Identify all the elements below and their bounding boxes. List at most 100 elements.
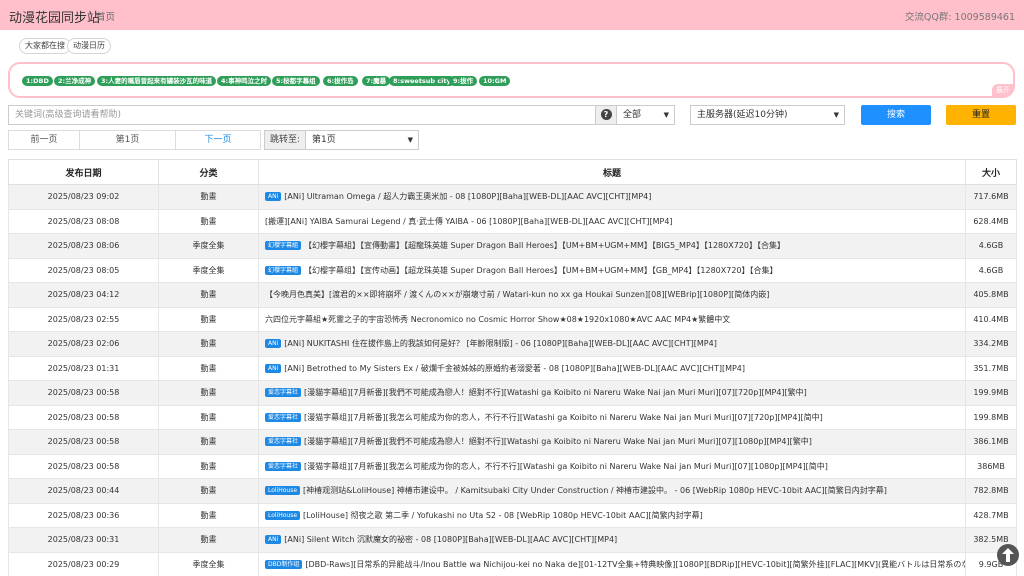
search-input[interactable]: 关键词(高级查询请看帮助) xyxy=(8,105,595,125)
hot-tag[interactable]: 7:魔暴 xyxy=(362,76,391,86)
row-category[interactable]: 季度全集 xyxy=(158,257,259,283)
reset-button[interactable]: 重置 xyxy=(946,105,1016,125)
column-header-category[interactable]: 分类 xyxy=(158,159,259,185)
row-category[interactable]: 動畫 xyxy=(158,478,259,504)
table-row[interactable]: 2025/08/23 02:06 動畫 ANi [ANi] NUKITASHI 住在拔… xyxy=(8,331,1017,357)
prev-page-button[interactable]: 前一页 xyxy=(8,130,80,150)
row-title-cell[interactable]: LoliHouse [神椿观测站&LoliHouse] 神椿市建设中。 / Kam… xyxy=(258,478,966,504)
row-title-link[interactable]: [ANi] Ultraman Omega / 超人力霸王奧米加 - 08 [10… xyxy=(284,192,651,201)
site-title[interactable]: 动漫花园同步站 xyxy=(9,7,100,26)
team-badge[interactable]: 幻櫻字幕組 xyxy=(265,265,302,275)
expand-button[interactable]: 展开 xyxy=(992,84,1014,97)
row-category[interactable]: 動畫 xyxy=(158,453,259,479)
row-category[interactable]: 動畫 xyxy=(158,380,259,406)
table-row[interactable]: 2025/08/23 02:55 動畫 六四位元字幕組★死靈之子的宇宙恐怖秀 Nec… xyxy=(8,306,1017,332)
row-title-cell[interactable]: 幻櫻字幕組 【幻櫻字幕組】【宣傳動畫】【超龍珠英雄 Super Dragon Ba… xyxy=(258,233,966,259)
team-badge[interactable]: 爱恋字幕社 xyxy=(265,461,302,471)
search-button[interactable]: 搜索 xyxy=(861,105,931,125)
row-title-cell[interactable]: LoliHouse [LoliHouse] 彻夜之歌 第二季 / Yofukash… xyxy=(258,502,966,528)
row-category[interactable]: 動畫 xyxy=(158,208,259,234)
hot-tag[interactable]: 4:事神鸣泣之时 xyxy=(217,76,272,86)
table-row[interactable]: 2025/08/23 08:06 季度全集 幻櫻字幕組 【幻櫻字幕組】【宣傳動畫】【超… xyxy=(8,233,1017,259)
team-badge[interactable]: ANi xyxy=(265,339,282,349)
team-badge[interactable]: ANi xyxy=(265,363,282,373)
team-badge[interactable]: 爱恋字幕社 xyxy=(265,437,302,447)
row-category[interactable]: 動畫 xyxy=(158,184,259,210)
row-category[interactable]: 動畫 xyxy=(158,404,259,430)
table-row[interactable]: 2025/08/23 09:02 動畫 ANi [ANi] Ultraman Omeg… xyxy=(8,184,1017,210)
table-row[interactable]: 2025/08/23 00:31 動畫 ANi [ANi] Silent Witch … xyxy=(8,527,1017,553)
row-title-cell[interactable]: ANi [ANi] Betrothed to My Sisters Ex / 破爛… xyxy=(258,355,966,381)
table-row[interactable]: 2025/08/23 00:29 季度全集 DBD制作组 [DBD-Raws][日常系… xyxy=(8,551,1017,576)
row-title-link[interactable]: [神椿观测站&LoliHouse] 神椿市建设中。 / Kamitsubaki … xyxy=(303,486,887,495)
row-title-link[interactable]: [搬運][ANi] YAIBA Samurai Legend / 真·武士傳 Y… xyxy=(265,217,673,226)
chip-trending-search[interactable]: 大家都在搜 xyxy=(19,38,71,54)
table-row[interactable]: 2025/08/23 08:08 動畫 [搬運][ANi] YAIBA Samura… xyxy=(8,208,1017,234)
row-title-link[interactable]: [ANi] NUKITASHI 住在拔作島上的我該如何是好？ [年齡限制版] -… xyxy=(284,339,717,348)
table-row[interactable]: 2025/08/23 00:58 動畫 爱恋字幕社 [漫猫字幕组][7月新番][我怎么… xyxy=(8,404,1017,430)
hot-tag[interactable]: 3:人妻的嘴唇曾起来有罐装沙瓦的味道 xyxy=(97,76,217,86)
team-badge[interactable]: ANi xyxy=(265,535,282,545)
table-row[interactable]: 2025/08/23 00:36 動畫 LoliHouse [LoliHouse] 彻… xyxy=(8,502,1017,528)
hot-tag[interactable]: 10:GM xyxy=(479,76,511,86)
row-title-cell[interactable]: 六四位元字幕組★死靈之子的宇宙恐怖秀 Necronomico no Cosmic… xyxy=(258,306,966,332)
row-category[interactable]: 動畫 xyxy=(158,429,259,455)
team-badge[interactable]: 爱恋字幕社 xyxy=(265,412,302,422)
chip-anime-calendar[interactable]: 动漫日历 xyxy=(67,38,111,54)
column-header-title[interactable]: 标题 xyxy=(258,159,966,185)
row-title-link[interactable]: 六四位元字幕組★死靈之子的宇宙恐怖秀 Necronomico no Cosmic… xyxy=(265,315,730,324)
row-title-link[interactable]: [ANi] Betrothed to My Sisters Ex / 破爛千金被… xyxy=(284,364,745,373)
row-title-cell[interactable]: ANi [ANi] Silent Witch 沉默魔女的祕密 - 08 [1080… xyxy=(258,527,966,553)
table-row[interactable]: 2025/08/23 01:31 動畫 ANi [ANi] Betrothed to … xyxy=(8,355,1017,381)
row-title-link[interactable]: 【幻樱字幕组】【宣传动画】【超龙珠英雄 Super Dragon Ball He… xyxy=(304,266,778,275)
row-category[interactable]: 動畫 xyxy=(158,502,259,528)
row-title-link[interactable]: [漫貓字幕組][7月新番][我們不可能成為戀人！絕對不行][Watashi ga… xyxy=(304,388,807,397)
row-title-link[interactable]: [漫貓字幕組][7月新番][我們不可能成為戀人！絕對不行][Watashi ga… xyxy=(304,437,812,446)
row-category[interactable]: 動畫 xyxy=(158,306,259,332)
hot-tag[interactable]: 1:DBD xyxy=(22,76,53,86)
team-badge[interactable]: LoliHouse xyxy=(265,510,301,520)
row-title-cell[interactable]: 爱恋字幕社 [漫貓字幕組][7月新番][我們不可能成為戀人！絕對不行][Watas… xyxy=(258,429,966,455)
row-category[interactable]: 動畫 xyxy=(158,282,259,308)
row-category[interactable]: 季度全集 xyxy=(158,551,259,576)
current-page-button[interactable]: 第1页 xyxy=(79,130,176,150)
row-title-link[interactable]: [DBD-Raws][日常系的异能战斗/Inou Battle wa Nichi… xyxy=(305,560,964,569)
table-row[interactable]: 2025/08/23 00:58 動畫 爱恋字幕社 [漫猫字幕组][7月新番][我怎么… xyxy=(8,453,1017,479)
row-category[interactable]: 動畫 xyxy=(158,527,259,553)
table-row[interactable]: 2025/08/23 00:44 動畫 LoliHouse [神椿观测站&LoliHo… xyxy=(8,478,1017,504)
server-select[interactable]: 主服务器(延迟10分钟) ▼ xyxy=(690,105,845,125)
row-title-cell[interactable]: 幻櫻字幕組 【幻樱字幕组】【宣传动画】【超龙珠英雄 Super Dragon Ba… xyxy=(258,257,966,283)
table-row[interactable]: 2025/08/23 00:58 動畫 爱恋字幕社 [漫貓字幕組][7月新番][我們不… xyxy=(8,380,1017,406)
category-select[interactable]: 全部 ▼ xyxy=(616,105,675,125)
next-page-button[interactable]: 下一页 xyxy=(175,130,261,150)
row-category[interactable]: 季度全集 xyxy=(158,233,259,259)
hot-tag[interactable]: 8:sweetsub city xyxy=(389,76,455,86)
nav-home-link[interactable]: 首页 xyxy=(96,9,115,23)
table-row[interactable]: 2025/08/23 08:05 季度全集 幻櫻字幕組 【幻樱字幕组】【宣传动画】【超… xyxy=(8,257,1017,283)
row-title-link[interactable]: [LoliHouse] 彻夜之歌 第二季 / Yofukashi no Uta … xyxy=(303,511,703,520)
row-title-link[interactable]: [漫猫字幕组][7月新番][我怎么可能成为你的恋人，不行不行][Watashi … xyxy=(304,462,828,471)
column-header-size[interactable]: 大小 xyxy=(965,159,1017,185)
column-header-date[interactable]: 发布日期 xyxy=(8,159,159,185)
team-badge[interactable]: ANi xyxy=(265,192,282,202)
row-title-cell[interactable]: 爱恋字幕社 [漫猫字幕组][7月新番][我怎么可能成为你的恋人，不行不行][Wat… xyxy=(258,453,966,479)
team-badge[interactable]: DBD制作组 xyxy=(265,559,303,569)
hot-tag[interactable]: 5:桜都字幕组 xyxy=(272,76,320,86)
hot-tag[interactable]: 9:拔作 xyxy=(449,76,478,86)
back-to-top-button[interactable] xyxy=(997,544,1019,566)
search-help-button[interactable]: ? xyxy=(595,105,617,125)
row-title-cell[interactable]: ANi [ANi] Ultraman Omega / 超人力霸王奧米加 - 08 … xyxy=(258,184,966,210)
row-title-cell[interactable]: ANi [ANi] NUKITASHI 住在拔作島上的我該如何是好？ [年齡限制版… xyxy=(258,331,966,357)
row-title-cell[interactable]: 爱恋字幕社 [漫猫字幕组][7月新番][我怎么可能成为你的恋人，不行不行][Wat… xyxy=(258,404,966,430)
hot-tag[interactable]: 2:兰净成神 xyxy=(54,76,96,86)
jump-page-select[interactable]: 第1页 ▼ xyxy=(305,130,419,150)
row-category[interactable]: 動畫 xyxy=(158,331,259,357)
row-category[interactable]: 動畫 xyxy=(158,355,259,381)
row-title-link[interactable]: 【今晚月色真美】[渡君的××即将崩坏 / 渡くんの××が崩壊寸前 / Watar… xyxy=(265,290,769,299)
row-title-cell[interactable]: [搬運][ANi] YAIBA Samurai Legend / 真·武士傳 Y… xyxy=(258,208,966,234)
row-title-link[interactable]: [漫猫字幕组][7月新番][我怎么可能成为你的恋人，不行不行][Watashi … xyxy=(304,413,823,422)
table-row[interactable]: 2025/08/23 00:58 動畫 爱恋字幕社 [漫貓字幕組][7月新番][我們不… xyxy=(8,429,1017,455)
row-title-cell[interactable]: DBD制作组 [DBD-Raws][日常系的异能战斗/Inou Battle wa… xyxy=(258,551,966,576)
row-title-link[interactable]: 【幻櫻字幕組】【宣傳動畫】【超龍珠英雄 Super Dragon Ball He… xyxy=(304,241,785,250)
row-title-cell[interactable]: 【今晚月色真美】[渡君的××即将崩坏 / 渡くんの××が崩壊寸前 / Watar… xyxy=(258,282,966,308)
